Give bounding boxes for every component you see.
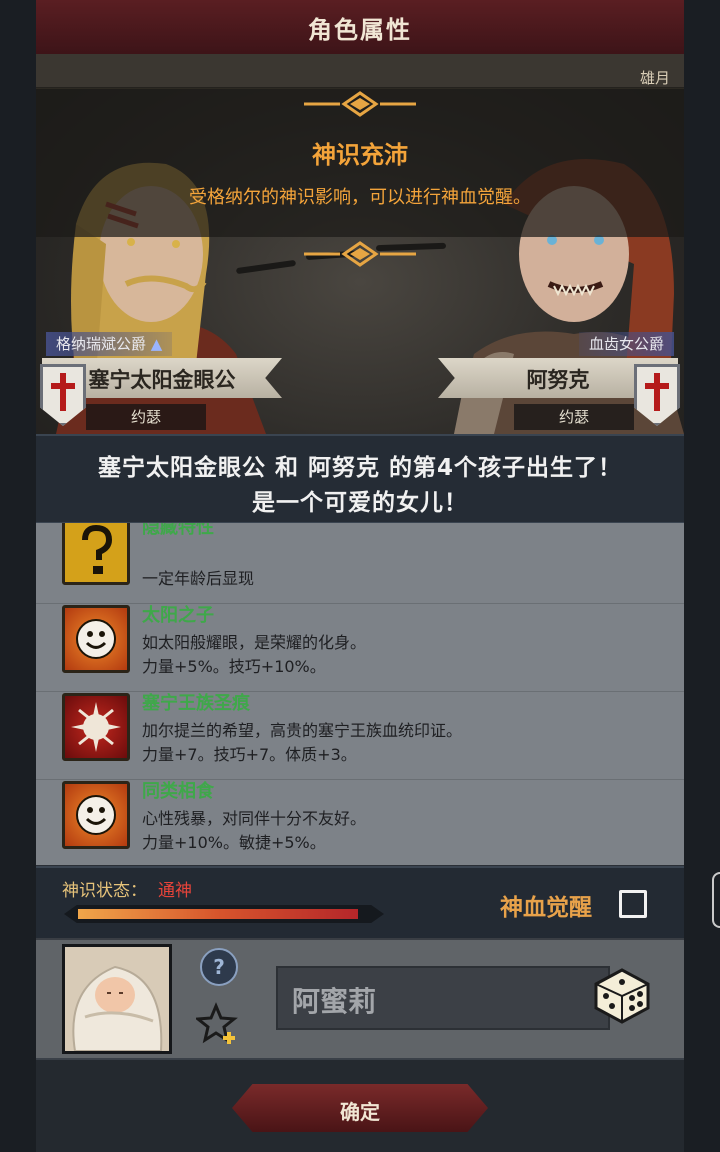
knot-ornament-icon <box>304 91 416 117</box>
trait-royal-stigma: 塞宁王族圣痕 加尔提兰的希望，高贵的塞宁王族血统印证。 力量+7。技巧+7。体质… <box>36 691 684 780</box>
left-margin <box>0 0 36 1152</box>
mother-title: 血齿女公爵 <box>578 332 674 356</box>
awaken-checkbox[interactable] <box>619 890 647 918</box>
add-favorite-star-icon[interactable] <box>196 1002 240 1046</box>
father-title: 格纳瑞斌公爵 ▲ <box>46 332 173 356</box>
newborn-section: ? 阿蜜莉 <box>36 938 684 1060</box>
announcement-line2: 是一个可爱的女儿！ <box>252 490 468 516</box>
banner-title: 神识充沛 <box>312 141 408 169</box>
child-name-value: 阿蜜莉 <box>292 985 377 1018</box>
royal-seal-icon <box>62 693 130 761</box>
title-bar: 角色属性 <box>36 0 684 56</box>
father-title-label: 格纳瑞斌公爵 <box>56 335 147 353</box>
character-attributes-panel: 角色属性 雄月 神识充沛 受格纳尔的神识影响，可以进行神血觉醒。 格纳瑞斌公爵 … <box>36 0 684 1152</box>
background-corner-text: 雄月 <box>639 69 670 87</box>
status-label: 神识状态： <box>62 881 147 901</box>
confirm-button[interactable]: 确定 <box>232 1084 488 1132</box>
banner-subtitle: 受格纳尔的神识影响，可以进行神血觉醒。 <box>189 187 531 208</box>
background-toolbar: 雄月 <box>36 54 684 89</box>
confirm-label: 确定 <box>340 1100 380 1124</box>
trait-effect: 一定年龄后显现 <box>142 569 255 588</box>
progress-fill <box>78 909 359 919</box>
trait-desc: 如太阳般耀眼，是荣耀的化身。 <box>142 633 367 652</box>
knot-ornament-icon <box>304 241 416 267</box>
trait-list[interactable]: 隐藏特性 一定年龄后显现 太阳之子 如太阳般耀眼，是荣耀的化身。 力量+5%。技… <box>36 523 684 865</box>
trait-desc: 心性残暴，对同伴十分不友好。 <box>142 809 367 828</box>
page-title: 角色属性 <box>308 16 412 44</box>
question-mark-icon <box>62 523 130 585</box>
father-religion: 约瑟 <box>86 404 206 430</box>
trait-effect: 力量+5%。技巧+10%。 <box>142 657 326 676</box>
side-handle[interactable] <box>712 872 720 928</box>
birth-announcement: 塞宁太阳金眼公 和 阿努克 的第4个孩子出生了！ 是一个可爱的女儿！ <box>36 434 684 525</box>
smiling-sun-icon <box>62 781 130 849</box>
newborn-portrait <box>62 944 172 1054</box>
smiling-sun-icon <box>62 605 130 673</box>
trait-desc: 加尔提兰的希望，高贵的塞宁王族血统印证。 <box>142 721 463 740</box>
divine-sense-status: 神识状态： 通神 神血觉醒 <box>36 866 684 938</box>
trait-name: 隐藏特性 <box>142 523 214 538</box>
divine-sense-banner: 神识充沛 受格纳尔的神识影响，可以进行神血觉醒。 <box>36 87 684 267</box>
trait-name: 塞宁王族圣痕 <box>142 693 250 714</box>
trait-cannibal: 同类相食 心性残暴，对同伴十分不友好。 力量+10%。敏捷+5%。 <box>36 779 684 865</box>
trait-hidden: 隐藏特性 一定年龄后显现 <box>36 523 684 604</box>
announcement-line1: 塞宁太阳金眼公 和 阿努克 的第4个孩子出生了！ <box>97 455 623 481</box>
mother-religion: 约瑟 <box>514 404 634 430</box>
footer: 确定 <box>36 1058 684 1152</box>
trait-effect: 力量+10%。敏捷+5%。 <box>142 833 326 852</box>
awaken-label: 神血觉醒 <box>500 895 592 921</box>
status-value: 通神 <box>158 881 192 901</box>
trait-name: 太阳之子 <box>142 605 214 626</box>
random-name-dice-icon[interactable] <box>588 962 654 1028</box>
trait-name: 同类相食 <box>142 781 214 802</box>
divine-sense-progress-bar <box>64 905 384 923</box>
right-margin <box>684 0 720 1152</box>
trait-effect: 力量+7。技巧+7。体质+3。 <box>142 745 357 764</box>
parents-scene: 雄月 神识充沛 受格纳尔的神识影响，可以进行神血觉醒。 格纳瑞斌公爵 ▲ 血齿女… <box>36 54 684 434</box>
help-button[interactable]: ? <box>200 948 238 986</box>
trait-sun-child: 太阳之子 如太阳般耀眼，是荣耀的化身。 力量+5%。技巧+10%。 <box>36 603 684 692</box>
child-name-input[interactable]: 阿蜜莉 <box>276 966 610 1030</box>
crown-icon: ▲ <box>150 335 163 353</box>
